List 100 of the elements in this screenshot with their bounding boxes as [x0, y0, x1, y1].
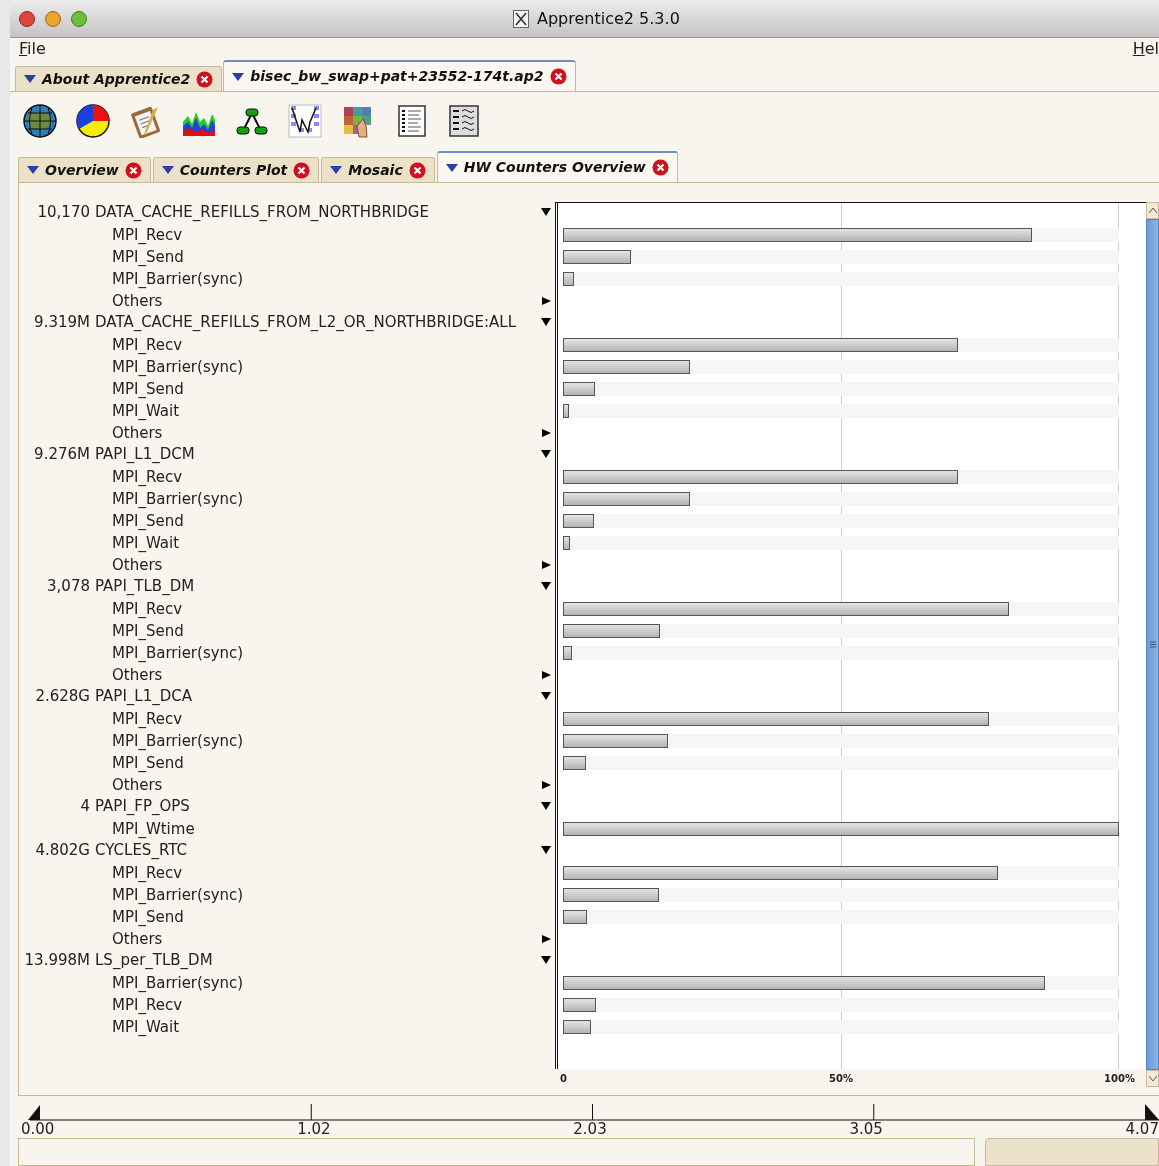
- timeline-tick-label: 0.00: [21, 1121, 55, 1138]
- tab[interactable]: Overview: [18, 157, 151, 182]
- function-name: MPI_Barrier(sync): [112, 730, 245, 752]
- menu-caret-icon[interactable]: [445, 163, 458, 172]
- expanded-triangle-icon[interactable]: [541, 207, 551, 217]
- counter-name: PAPI_L1_DCM: [95, 444, 196, 465]
- function-name: Others: [112, 290, 164, 312]
- expanded-triangle-icon[interactable]: [541, 317, 551, 327]
- menu-caret-icon[interactable]: [330, 166, 343, 174]
- function-name: MPI_Recv: [112, 224, 183, 246]
- collapsed-triangle-icon[interactable]: [541, 780, 551, 790]
- minimize-window-button[interactable]: [45, 10, 61, 27]
- expanded-triangle-icon[interactable]: [541, 955, 551, 965]
- tab[interactable]: Mosaic: [321, 157, 435, 182]
- scroll-down-icon[interactable]: [1148, 1076, 1157, 1081]
- counter-name: PAPI_FP_OPS: [95, 796, 191, 817]
- counter-name: DATA_CACHE_REFILLS_FROM_L2_OR_NORTHBRIDGE:ALL: [95, 312, 518, 333]
- function-name: MPI_Barrier(sync): [112, 488, 245, 510]
- pie-chart-icon[interactable]: [76, 104, 110, 138]
- counter-value: 13.998M: [23, 950, 90, 971]
- close-window-button[interactable]: [19, 10, 35, 27]
- function-name: MPI_Send: [112, 378, 185, 400]
- timeline-tick-label: 1.02: [297, 1121, 331, 1138]
- tab[interactable]: Counters Plot: [152, 157, 320, 182]
- counter-value: 9.319M: [33, 312, 90, 333]
- expanded-triangle-icon[interactable]: [541, 801, 551, 811]
- expanded-triangle-icon[interactable]: [541, 581, 551, 591]
- close-icon[interactable]: [196, 70, 214, 88]
- menu-caret-icon[interactable]: [232, 72, 245, 81]
- window-title: Apprentice2 5.3.0: [537, 7, 680, 30]
- collapsed-triangle-icon[interactable]: [541, 296, 551, 306]
- tab[interactable]: About Apprentice2: [15, 66, 223, 91]
- counter-value: 10,170: [36, 202, 90, 223]
- collapsed-triangle-icon[interactable]: [541, 670, 551, 680]
- function-name: MPI_Recv: [112, 708, 183, 730]
- menu-caret-icon[interactable]: [161, 166, 174, 174]
- function-name: MPI_Send: [112, 906, 185, 928]
- tab[interactable]: HW Counters Overview: [436, 151, 678, 182]
- function-name: MPI_Barrier(sync): [112, 972, 245, 994]
- function-name: MPI_Send: [112, 620, 185, 642]
- function-name: MPI_Recv: [112, 994, 183, 1016]
- collapsed-triangle-icon[interactable]: [541, 428, 551, 438]
- function-name: MPI_Recv: [112, 598, 183, 620]
- menu-caret-icon[interactable]: [24, 75, 36, 83]
- timeline-tick-label: 3.05: [849, 1121, 883, 1138]
- function-name: Others: [112, 774, 164, 796]
- zoom-window-button[interactable]: [71, 10, 87, 27]
- function-name: MPI_Send: [112, 510, 185, 532]
- function-name: MPI_Send: [112, 246, 185, 268]
- globe-icon[interactable]: [23, 104, 57, 138]
- collapsed-triangle-icon[interactable]: [541, 934, 551, 944]
- function-name: MPI_Barrier(sync): [112, 884, 245, 906]
- vertical-scrollbar[interactable]: [1146, 202, 1159, 1087]
- close-icon[interactable]: [408, 161, 426, 179]
- x-app-icon: [513, 9, 529, 28]
- counter-value: 2.628G: [34, 686, 90, 707]
- function-name: MPI_Wtime: [112, 818, 196, 840]
- function-name: Others: [112, 664, 164, 686]
- close-icon[interactable]: [549, 68, 567, 85]
- axis-label: 100%: [1104, 1072, 1135, 1086]
- scroll-up-icon[interactable]: [1148, 208, 1157, 213]
- tab[interactable]: bisec_bw_swap+pat+23552-174t.ap2: [223, 60, 576, 91]
- counter-name: DATA_CACHE_REFILLS_FROM_NORTHBRIDGE: [95, 202, 430, 223]
- function-name: MPI_Barrier(sync): [112, 642, 245, 664]
- timeline-tick-label: 4.07: [1125, 1121, 1159, 1138]
- function-name: MPI_Barrier(sync): [112, 268, 245, 290]
- function-name: MPI_Send: [112, 752, 185, 774]
- function-name: MPI_Wait: [112, 532, 181, 554]
- collapsed-triangle-icon[interactable]: [541, 560, 551, 570]
- counter-value: 9.276M: [33, 444, 90, 465]
- menu-item[interactable]: File: [19, 37, 46, 61]
- function-name: Others: [112, 928, 164, 950]
- function-name: MPI_Recv: [112, 466, 183, 488]
- counter-name: PAPI_TLB_DM: [95, 576, 196, 597]
- function-name: Others: [112, 422, 164, 444]
- close-icon[interactable]: [124, 161, 142, 179]
- counter-value: 4.802G: [34, 840, 90, 861]
- axis-label: 50%: [829, 1072, 853, 1086]
- function-name: MPI_Barrier(sync): [112, 356, 245, 378]
- timeline-tick-label: 2.03: [573, 1121, 607, 1138]
- function-name: Others: [112, 554, 164, 576]
- function-name: MPI_Wait: [112, 400, 181, 422]
- function-name: MPI_Recv: [112, 334, 183, 356]
- counter-name: LS_per_TLB_DM: [95, 950, 214, 971]
- trace-chart-icon[interactable]: [288, 104, 322, 138]
- counter-name: PAPI_L1_DCA: [95, 686, 193, 707]
- axis-label: 0: [560, 1072, 567, 1086]
- menu-item[interactable]: Hel: [1132, 37, 1159, 61]
- function-name: MPI_Recv: [112, 862, 183, 884]
- counter-value: 4: [79, 796, 90, 817]
- counter-name: CYCLES_RTC: [95, 840, 188, 861]
- close-icon[interactable]: [651, 159, 669, 176]
- function-name: MPI_Wait: [112, 1016, 181, 1038]
- grip-icon[interactable]: [1149, 641, 1156, 648]
- expanded-triangle-icon[interactable]: [541, 449, 551, 459]
- expanded-triangle-icon[interactable]: [541, 691, 551, 701]
- close-icon[interactable]: [293, 161, 311, 179]
- menu-caret-icon[interactable]: [27, 166, 39, 174]
- table-document-icon[interactable]: [447, 104, 481, 138]
- expanded-triangle-icon[interactable]: [541, 845, 551, 855]
